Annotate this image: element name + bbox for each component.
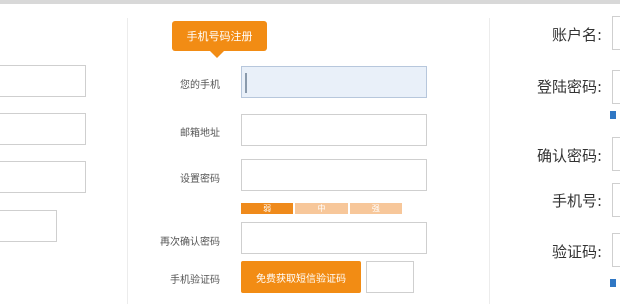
email-label: 邮箱地址 <box>180 128 220 139</box>
login-password-hint-icon <box>610 111 616 119</box>
password-strength-meter: 弱 中 强 <box>241 203 402 214</box>
confirm-password-input-right[interactable] <box>612 137 620 171</box>
top-border <box>0 0 620 4</box>
left-form-field-1[interactable] <box>0 65 86 97</box>
tab-phone-register[interactable]: 手机号码注册 <box>172 21 267 51</box>
column-divider-right <box>489 18 490 304</box>
confirm-password-label-right: 确认密码: <box>536 147 602 165</box>
phone-input[interactable] <box>241 66 427 98</box>
captcha-input[interactable] <box>612 233 620 267</box>
strength-medium: 中 <box>295 203 348 214</box>
column-divider-left <box>127 18 128 304</box>
phone-label: 您的手机 <box>180 80 220 91</box>
tab-pointer <box>210 51 224 58</box>
sms-code-input[interactable] <box>366 261 414 293</box>
left-form-field-3[interactable] <box>0 161 86 193</box>
account-name-input[interactable] <box>612 16 620 50</box>
password-label: 设置密码 <box>180 174 220 185</box>
login-password-label: 登陆密码: <box>536 78 602 96</box>
sms-code-label: 手机验证码 <box>170 275 220 286</box>
left-form-field-4[interactable] <box>0 210 57 242</box>
get-sms-code-button-label: 免费获取短信验证码 <box>256 273 346 285</box>
confirm-password-label: 再次确认密码 <box>160 237 220 248</box>
text-cursor <box>245 73 247 93</box>
tab-phone-register-label: 手机号码注册 <box>186 30 253 43</box>
strength-weak: 弱 <box>241 203 294 214</box>
get-sms-code-button[interactable]: 免费获取短信验证码 <box>241 261 361 293</box>
captcha-label: 验证码: <box>551 243 602 261</box>
account-name-label: 账户名: <box>551 26 602 44</box>
confirm-password-input[interactable] <box>241 222 427 254</box>
password-input[interactable] <box>241 159 427 191</box>
captcha-hint-icon <box>610 279 616 287</box>
phone-number-label: 手机号: <box>551 192 602 210</box>
login-password-input[interactable] <box>612 70 620 104</box>
strength-strong: 强 <box>349 203 402 214</box>
phone-number-input[interactable] <box>612 183 620 217</box>
left-form-field-2[interactable] <box>0 113 86 145</box>
email-input[interactable] <box>241 114 427 146</box>
